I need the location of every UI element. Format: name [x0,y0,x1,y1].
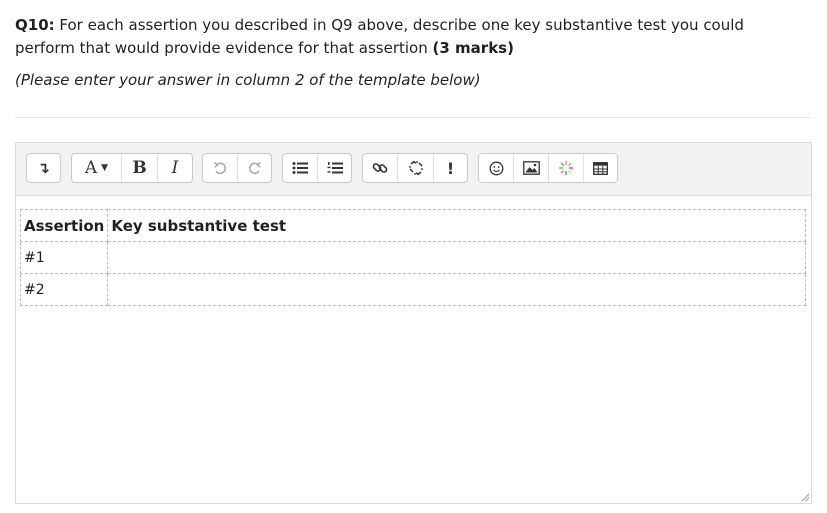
numbered-list-icon [327,162,343,174]
question-number: Q10: [15,16,55,34]
table-row: #2 [19,273,806,306]
italic-button[interactable]: I [158,154,192,182]
media-icon [559,161,573,175]
editor-toolbar: ↴ A ▼ B I ! [16,143,811,196]
undo-icon [214,161,226,175]
bold-label: B [132,158,147,178]
question-body: For each assertion you described in Q9 a… [15,16,744,57]
toolbar-group-insert [478,153,618,183]
font-style-label: A [84,158,98,178]
collapse-icon: ↴ [37,159,50,177]
collapse-toolbar-button[interactable]: ↴ [27,154,60,182]
link-button[interactable] [363,154,398,182]
insert-image-button[interactable] [514,154,549,182]
bullet-list-icon [292,162,308,174]
toolbar-group-history [202,153,272,183]
rich-text-editor[interactable]: ↴ A ▼ B I ! Assertion Key substantive te… [15,142,812,504]
table-header-row: Assertion Key substantive test [19,209,806,242]
editor-content-area[interactable]: Assertion Key substantive test #1 #2 [16,196,811,503]
paragraph-style-button[interactable]: A ▼ [72,154,122,182]
assertion-cell: #2 [19,273,109,306]
question-text: Q10: For each assertion you described in… [15,14,805,60]
caret-down-icon: ▼ [101,163,109,173]
smiley-icon [489,161,503,175]
toolbar-group-links: ! [362,153,468,183]
exclamation-icon: ! [446,158,455,178]
table-button[interactable] [584,154,617,182]
test-cell[interactable] [107,273,806,306]
insert-media-button[interactable] [549,154,584,182]
ordered-list-button[interactable] [318,154,351,182]
redo-icon [248,161,261,175]
unordered-list-button[interactable] [283,154,318,182]
undo-button[interactable] [203,154,238,182]
image-icon [522,161,540,175]
header-assertion: Assertion [19,209,109,242]
unlink-button[interactable] [398,154,434,182]
accessibility-checker-button[interactable]: ! [434,154,467,182]
emoticon-button[interactable] [479,154,514,182]
header-key-substantive-test: Key substantive test [107,209,806,242]
toolbar-group-collapse: ↴ [26,153,61,183]
question-marks: (3 marks) [432,39,514,57]
toolbar-group-lists [282,153,352,183]
resize-handle-icon[interactable] [801,493,810,502]
test-cell[interactable] [107,241,806,274]
link-icon [372,163,388,173]
table-row: #1 [19,241,806,274]
answer-template-table: Assertion Key substantive test #1 #2 [19,209,806,306]
italic-label: I [171,158,179,178]
bold-button[interactable]: B [122,154,158,182]
answer-hint: (Please enter your answer in column 2 of… [15,71,481,89]
table-icon [593,161,608,175]
unlink-icon [408,160,423,176]
assertion-cell: #1 [19,241,109,274]
redo-button[interactable] [238,154,271,182]
divider [15,117,811,118]
toolbar-group-style: A ▼ B I [71,153,193,183]
